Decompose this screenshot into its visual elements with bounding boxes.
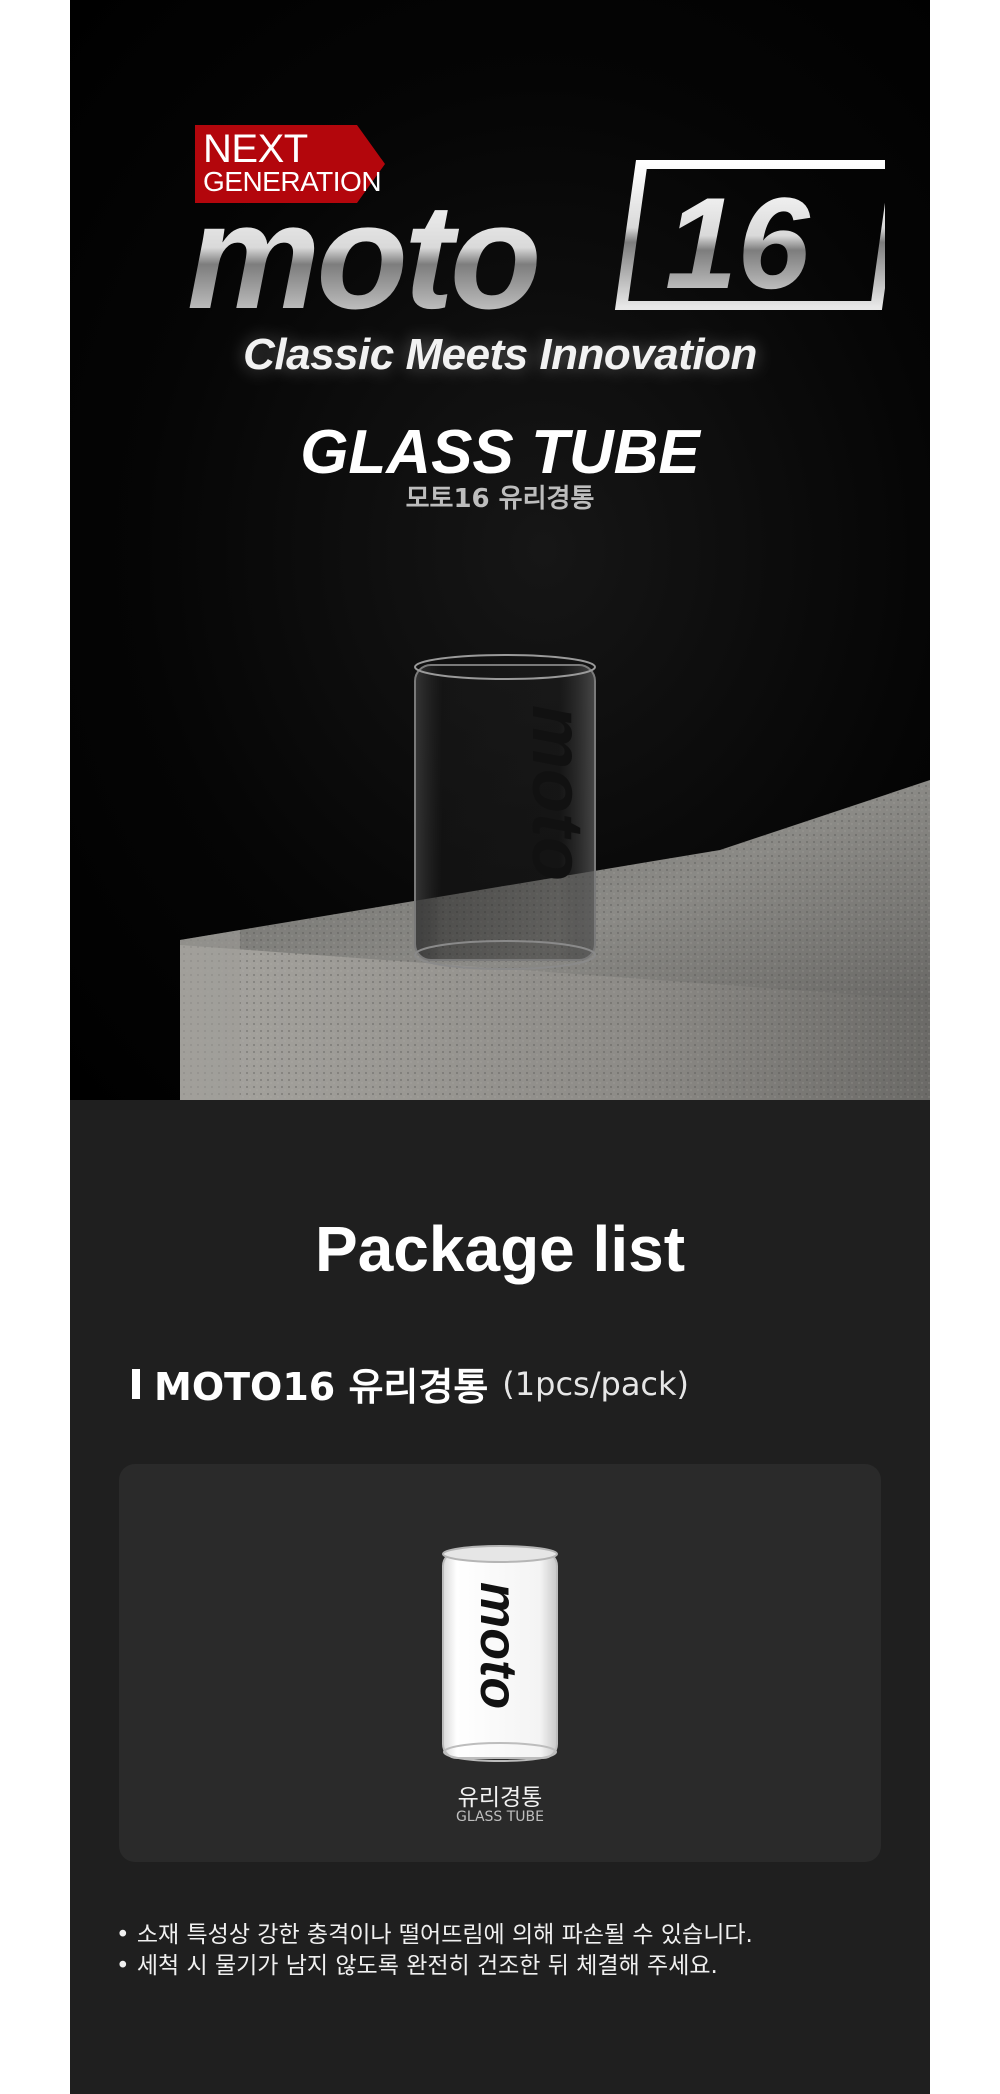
product-subtitle: 모토16 유리경통 [405,484,595,514]
glass-tube: moto [414,654,597,970]
package-item-quantity: (1pcs/pack) [502,1364,690,1403]
tube-logo: moto [517,705,597,881]
heading-bar [132,1368,140,1399]
caution-note: • 세척 시 물기가 남지 않도록 완전히 건조한 뒤 체결해 주세요. [116,1953,718,1979]
caution-note: • 소재 특성상 강한 충격이나 떨어뜨림에 의해 파손될 수 있습니다. [116,1922,753,1948]
logo-moto: moto [187,172,538,310]
card-label-english: GLASS TUBE [455,1809,545,1825]
package-item-heading: MOTO16 유리경통 (1pcs/pack) [132,1356,689,1411]
card-tube-logo: moto [469,1582,527,1709]
moto16-logo: moto 16 [187,160,885,310]
package-item-name: MOTO16 유리경통 [154,1365,489,1409]
product-detail-page: moto NEXT GENERATION moto 16 Classic Mee… [70,0,930,2094]
tagline: Classic Meets Innovation [243,330,757,379]
card-label-korean: 유리경통 [457,1785,543,1811]
glass-tube-image: moto [442,1545,558,1762]
logo-number: 16 [665,170,810,310]
caution-notes: • 소재 특성상 강한 충격이나 떨어뜨림에 의해 파손될 수 있습니다. • … [116,1920,753,1982]
package-item-card: moto 유리경통 GLASS TUBE [119,1464,881,1862]
package-list-title: Package list [315,1213,685,1285]
hero-banner: moto NEXT GENERATION moto 16 Classic Mee… [70,0,930,1100]
